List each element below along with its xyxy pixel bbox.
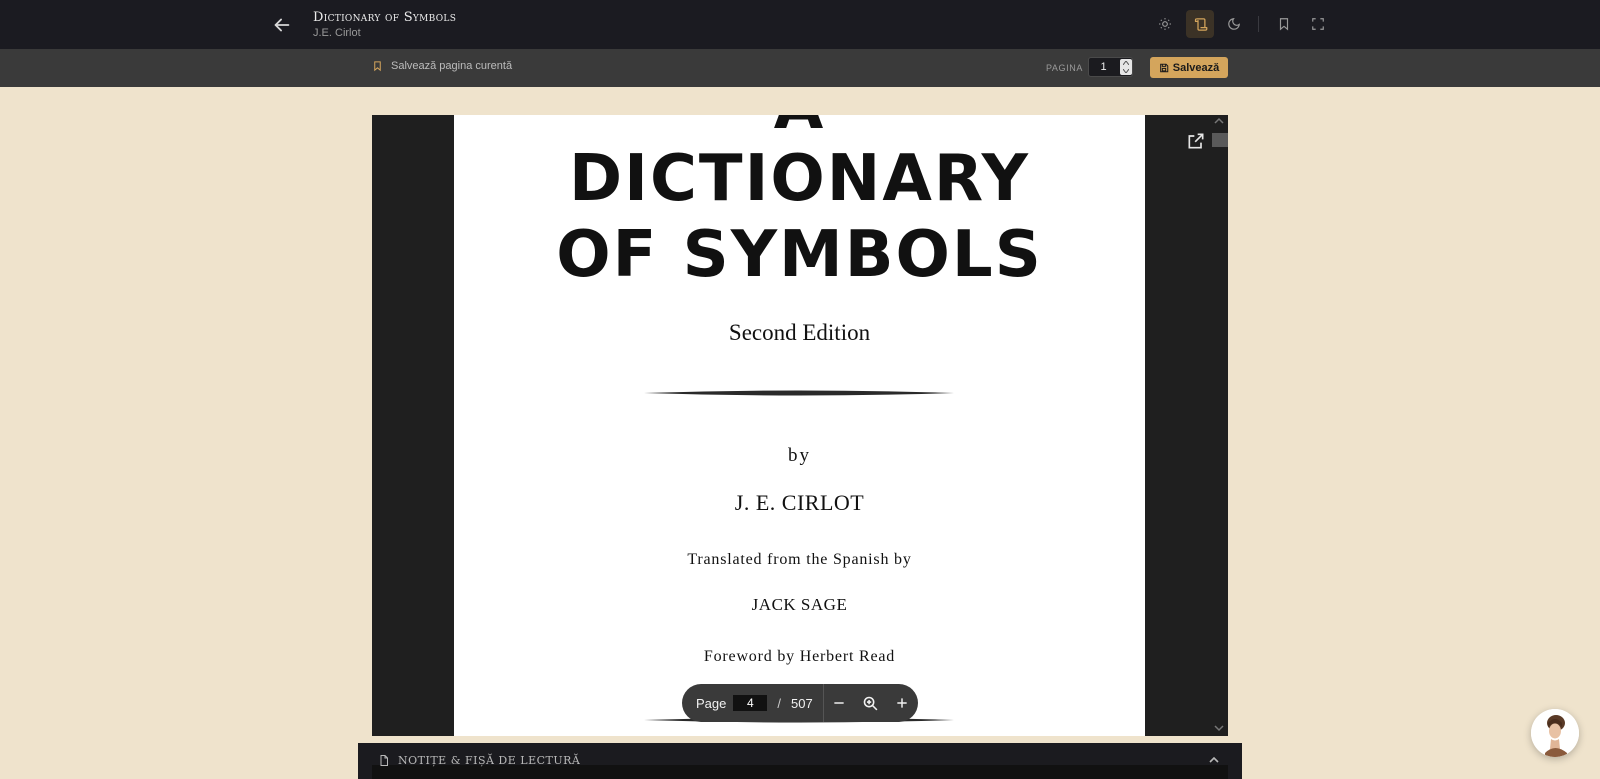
sun-icon — [1159, 18, 1171, 30]
avatar-portrait-icon — [1531, 709, 1579, 757]
doc-author: J. E. CIRLOT — [734, 490, 865, 515]
pdf-page: A DICTIONARY OF SYMBOLS Second Edition b… — [454, 115, 1145, 736]
save-button[interactable]: Salvează — [1150, 57, 1228, 78]
pdf-viewer[interactable]: A DICTIONARY OF SYMBOLS Second Edition b… — [372, 115, 1228, 736]
pdf-total-pages: 507 — [791, 695, 813, 711]
doc-edition: Second Edition — [728, 320, 871, 345]
notes-panel-body — [372, 765, 1228, 779]
scroll-down-icon[interactable] — [1214, 724, 1224, 732]
plus-icon — [897, 698, 907, 708]
document-icon — [380, 755, 388, 766]
notes-panel-header[interactable]: NOTIȚE & FIȘĂ DE LECTURĂ — [358, 743, 1242, 779]
bookmark-icon — [1279, 18, 1289, 31]
zoom-in-button[interactable] — [887, 684, 918, 722]
minus-icon — [834, 702, 845, 704]
book-author: J.E. Cirlot — [313, 27, 361, 39]
notes-label-group: NOTIȚE & FIȘĂ DE LECTURĂ — [378, 754, 580, 767]
sepia-theme-button[interactable] — [1186, 10, 1214, 38]
toolbar-separator — [1258, 16, 1259, 32]
doc-title-line1: DICTIONARY — [569, 142, 1030, 216]
scroll-up-icon[interactable] — [1214, 117, 1224, 125]
moon-icon — [1228, 18, 1240, 30]
fullscreen-button[interactable] — [1304, 10, 1332, 38]
external-link-icon — [1188, 133, 1204, 149]
open-external-button[interactable] — [1186, 131, 1208, 153]
pdf-page-label: Page — [696, 695, 727, 711]
chevron-up-icon[interactable] — [1208, 755, 1220, 765]
light-theme-button[interactable] — [1151, 10, 1179, 38]
scroll-icon — [1194, 17, 1207, 31]
back-button[interactable] — [271, 14, 293, 36]
assistant-avatar[interactable] — [1531, 709, 1579, 757]
doc-translated-by: Translated from the Spanish by — [687, 551, 912, 568]
chevron-down-icon — [1123, 69, 1129, 73]
flourish-divider — [644, 390, 954, 396]
bookmark-button[interactable] — [1270, 10, 1298, 38]
notes-label: NOTIȚE & FIȘĂ DE LECTURĂ — [398, 754, 581, 767]
scrollbar-thumb[interactable] — [1212, 133, 1228, 147]
chevron-up-icon — [1123, 61, 1129, 65]
page-save-bar: Salvează pagina curentă PAGINA Salvează — [0, 49, 1600, 87]
book-title: Dictionary of Symbols — [313, 10, 457, 25]
fullscreen-icon — [1312, 18, 1324, 30]
save-current-page-label: Salvează pagina curentă — [391, 60, 513, 72]
zoom-icon — [863, 696, 878, 710]
save-button-label: Salvează — [1172, 61, 1220, 74]
doc-translator: JACK SAGE — [751, 595, 848, 614]
pagina-label: PAGINA — [1046, 63, 1083, 73]
pdf-page-toolbar: Page / 507 — [682, 684, 918, 722]
zoom-out-button[interactable] — [824, 684, 855, 722]
doc-title-article: A — [454, 115, 1145, 139]
top-bar: Dictionary of Symbols J.E. Cirlot — [0, 0, 1600, 49]
doc-foreword: Foreword by Herbert Read — [703, 648, 896, 665]
zoom-reset-button[interactable] — [855, 684, 886, 722]
page-number-stepper[interactable] — [1120, 59, 1132, 75]
doc-title-line2: OF SYMBOLS — [556, 218, 1043, 292]
dark-theme-button[interactable] — [1220, 10, 1248, 38]
floppy-disk-icon — [1159, 63, 1169, 72]
pdf-page-separator: / — [777, 695, 781, 711]
save-current-page-link[interactable]: Salvează pagina curentă — [372, 60, 512, 72]
pdf-page-input[interactable] — [733, 695, 768, 711]
doc-by: by — [788, 445, 811, 466]
arrow-left-icon — [274, 18, 290, 32]
bookmark-icon — [374, 61, 381, 72]
